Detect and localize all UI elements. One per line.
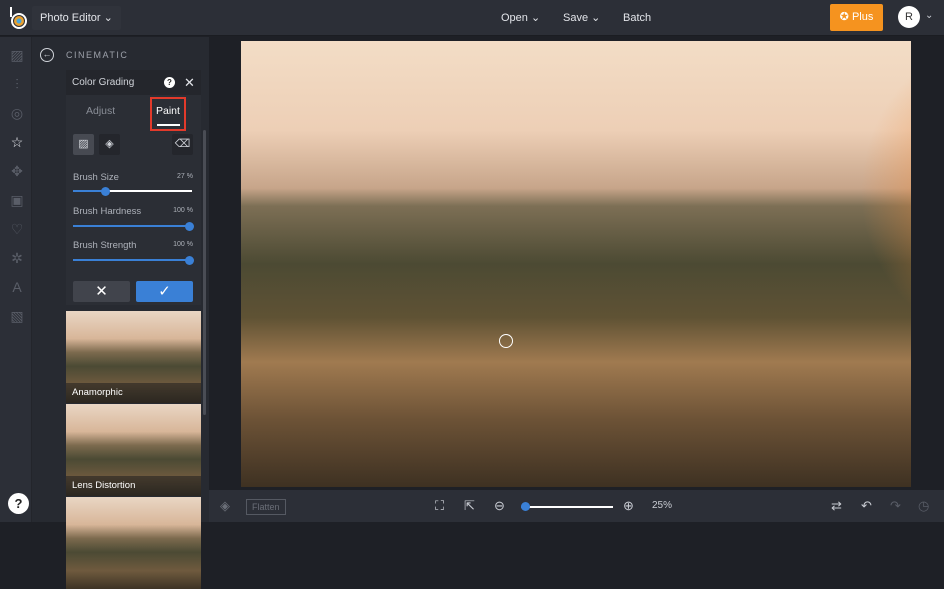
undo-icon[interactable]: ↶ bbox=[861, 498, 872, 514]
bottom-toolbar: ◈ Flatten ⛶ ⇱ ⊖ ⊕ 25% ⇄ ↶ ↷ ◷ bbox=[209, 490, 944, 522]
sliders-icon[interactable]: ⫶ bbox=[9, 76, 25, 92]
cancel-button[interactable]: ✕ bbox=[73, 281, 130, 302]
layers-icon[interactable]: ◈ bbox=[220, 498, 230, 514]
close-icon[interactable]: ✕ bbox=[184, 75, 195, 91]
badge-icon[interactable]: ✲ bbox=[9, 250, 25, 266]
actual-size-icon[interactable]: ⇱ bbox=[464, 498, 475, 514]
preset-anamorphic[interactable]: Anamorphic bbox=[66, 311, 201, 403]
slider-handle[interactable] bbox=[185, 255, 194, 265]
brush-size-value: 27 % bbox=[177, 173, 193, 180]
active-tab-underline bbox=[157, 124, 180, 126]
zoom-level: 25% bbox=[652, 500, 673, 511]
preset-label: Anamorphic bbox=[66, 383, 201, 403]
app-selector[interactable]: Photo Editor ⌄ bbox=[32, 6, 121, 30]
image-icon[interactable]: ▨ bbox=[9, 47, 25, 63]
fit-screen-icon[interactable]: ⛶ bbox=[435, 498, 444, 514]
brush-size-label: Brush Size bbox=[73, 172, 119, 183]
help-icon[interactable]: ? bbox=[164, 77, 175, 88]
plus-label: Plus bbox=[851, 11, 874, 23]
zoom-out-icon[interactable]: ⊖ bbox=[494, 498, 505, 514]
category-title: CINEMATIC bbox=[66, 50, 129, 60]
clear-icon[interactable]: ⌫ bbox=[172, 134, 193, 155]
slider-handle[interactable] bbox=[521, 502, 530, 511]
chevron-down-icon[interactable]: ⌄ bbox=[925, 10, 933, 21]
brush-hardness-label: Brush Hardness bbox=[73, 206, 142, 217]
brush-cursor bbox=[499, 334, 513, 348]
slider-handle[interactable] bbox=[101, 186, 110, 196]
plus-button[interactable]: ✪ Plus bbox=[830, 4, 883, 31]
open-menu[interactable]: Open ⌄ bbox=[501, 6, 540, 30]
back-icon[interactable]: ← bbox=[40, 48, 54, 62]
frame-icon[interactable]: ▣ bbox=[9, 192, 25, 208]
text-icon[interactable]: A bbox=[9, 279, 25, 295]
tab-adjust[interactable]: Adjust bbox=[86, 105, 115, 117]
star-icon[interactable]: ☆ bbox=[9, 134, 25, 150]
brush-icon[interactable]: ▨ bbox=[73, 134, 94, 155]
preset-lens-distortion[interactable]: Lens Distortion bbox=[66, 404, 201, 496]
batch-button[interactable]: Batch bbox=[623, 6, 651, 30]
brush-size-slider[interactable] bbox=[73, 186, 192, 196]
tool-title: Color Grading bbox=[72, 77, 135, 88]
brush-hardness-slider[interactable] bbox=[73, 221, 194, 231]
top-bar: Photo Editor ⌄ Open ⌄ Save ⌄ Batch ✪ Plu… bbox=[0, 0, 944, 36]
compare-icon[interactable]: ⇄ bbox=[831, 498, 842, 514]
texture-icon[interactable]: ▧ bbox=[9, 308, 25, 324]
brush-strength-label: Brush Strength bbox=[73, 240, 137, 251]
star-icon: ✪ bbox=[839, 11, 849, 23]
shapes-icon[interactable]: ✥ bbox=[9, 163, 25, 179]
brush-strength-value: 100 % bbox=[173, 241, 193, 248]
panel-scrollbar[interactable] bbox=[203, 130, 206, 415]
photo-canvas[interactable] bbox=[241, 41, 911, 487]
tool-rail: ▨ ⫶ ◎ ☆ ✥ ▣ ♡ ✲ A ▧ bbox=[0, 37, 32, 522]
preset-label: Lens Distortion bbox=[66, 476, 201, 496]
redo-icon[interactable]: ↷ bbox=[890, 498, 901, 514]
save-label: Save bbox=[563, 12, 589, 24]
brush-strength-slider[interactable] bbox=[73, 255, 194, 265]
brush-hardness-value: 100 % bbox=[173, 207, 193, 214]
app-logo[interactable] bbox=[8, 7, 28, 29]
heart-icon[interactable]: ♡ bbox=[9, 221, 25, 237]
eye-icon[interactable]: ◎ bbox=[9, 105, 25, 121]
slider-handle[interactable] bbox=[185, 221, 194, 231]
flatten-button[interactable]: Flatten bbox=[246, 499, 286, 515]
zoom-slider[interactable] bbox=[521, 502, 613, 511]
avatar[interactable]: R bbox=[898, 6, 920, 28]
app-title: Photo Editor bbox=[40, 12, 101, 24]
apply-button[interactable]: ✓ bbox=[136, 281, 193, 302]
zoom-in-icon[interactable]: ⊕ bbox=[623, 498, 634, 514]
open-label: Open bbox=[501, 12, 528, 24]
help-button[interactable]: ? bbox=[8, 493, 29, 514]
preset-next[interactable] bbox=[66, 497, 201, 589]
color-grading-panel: Color Grading ? ✕ Adjust Paint ▨ ◈ ⌫ Bru… bbox=[66, 70, 201, 305]
save-menu[interactable]: Save ⌄ bbox=[563, 6, 600, 30]
history-icon[interactable]: ◷ bbox=[918, 498, 929, 514]
eraser-icon[interactable]: ◈ bbox=[99, 134, 120, 155]
